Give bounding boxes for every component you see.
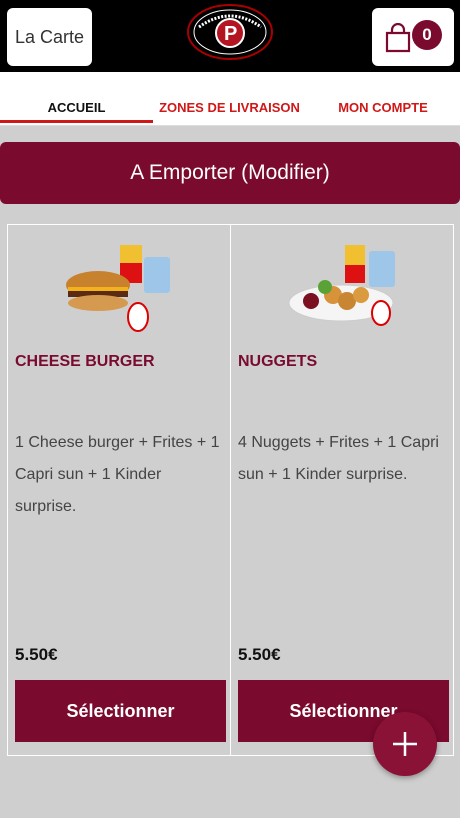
plus-icon	[393, 732, 417, 756]
la-carte-button[interactable]: La Carte	[7, 8, 92, 66]
cart-button[interactable]: 0	[372, 8, 454, 66]
brand-logo[interactable]: P	[185, 3, 275, 61]
product-title: CHEESE BURGER	[15, 353, 155, 370]
add-fab-button[interactable]	[373, 712, 437, 776]
tab-bar: ACCUEIL ZONES DE LIVRAISON MON COMPTE	[0, 72, 460, 126]
cart-count-badge: 0	[412, 20, 442, 50]
svg-text:P: P	[224, 23, 237, 45]
product-card: CHEESE BURGER 1 Cheese burger + Frites +…	[7, 224, 231, 756]
cheese-burger-menu-image	[66, 245, 170, 332]
product-price: 5.50€	[238, 645, 281, 664]
top-bar: La Carte P 0	[0, 0, 460, 72]
select-button[interactable]: Sélectionner	[15, 680, 226, 742]
tab-accueil[interactable]: ACCUEIL	[0, 100, 153, 115]
shopping-bag-icon	[385, 23, 411, 53]
order-mode-banner[interactable]: A Emporter (Modifier)	[0, 142, 460, 204]
active-tab-indicator	[0, 120, 153, 123]
product-title: NUGGETS	[238, 353, 318, 370]
product-description: 1 Cheese burger + Frites + 1 Capri sun +…	[15, 434, 220, 515]
tab-zones-de-livraison[interactable]: ZONES DE LIVRAISON	[153, 100, 306, 115]
product-description: 4 Nuggets + Frites + 1 Capri sun + 1 Kin…	[238, 434, 439, 483]
product-price: 5.50€	[15, 645, 58, 664]
tab-mon-compte[interactable]: MON COMPTE	[306, 100, 460, 115]
nuggets-menu-image	[288, 245, 395, 326]
product-card: NUGGETS 4 Nuggets + Frites + 1 Capri sun…	[230, 224, 454, 756]
